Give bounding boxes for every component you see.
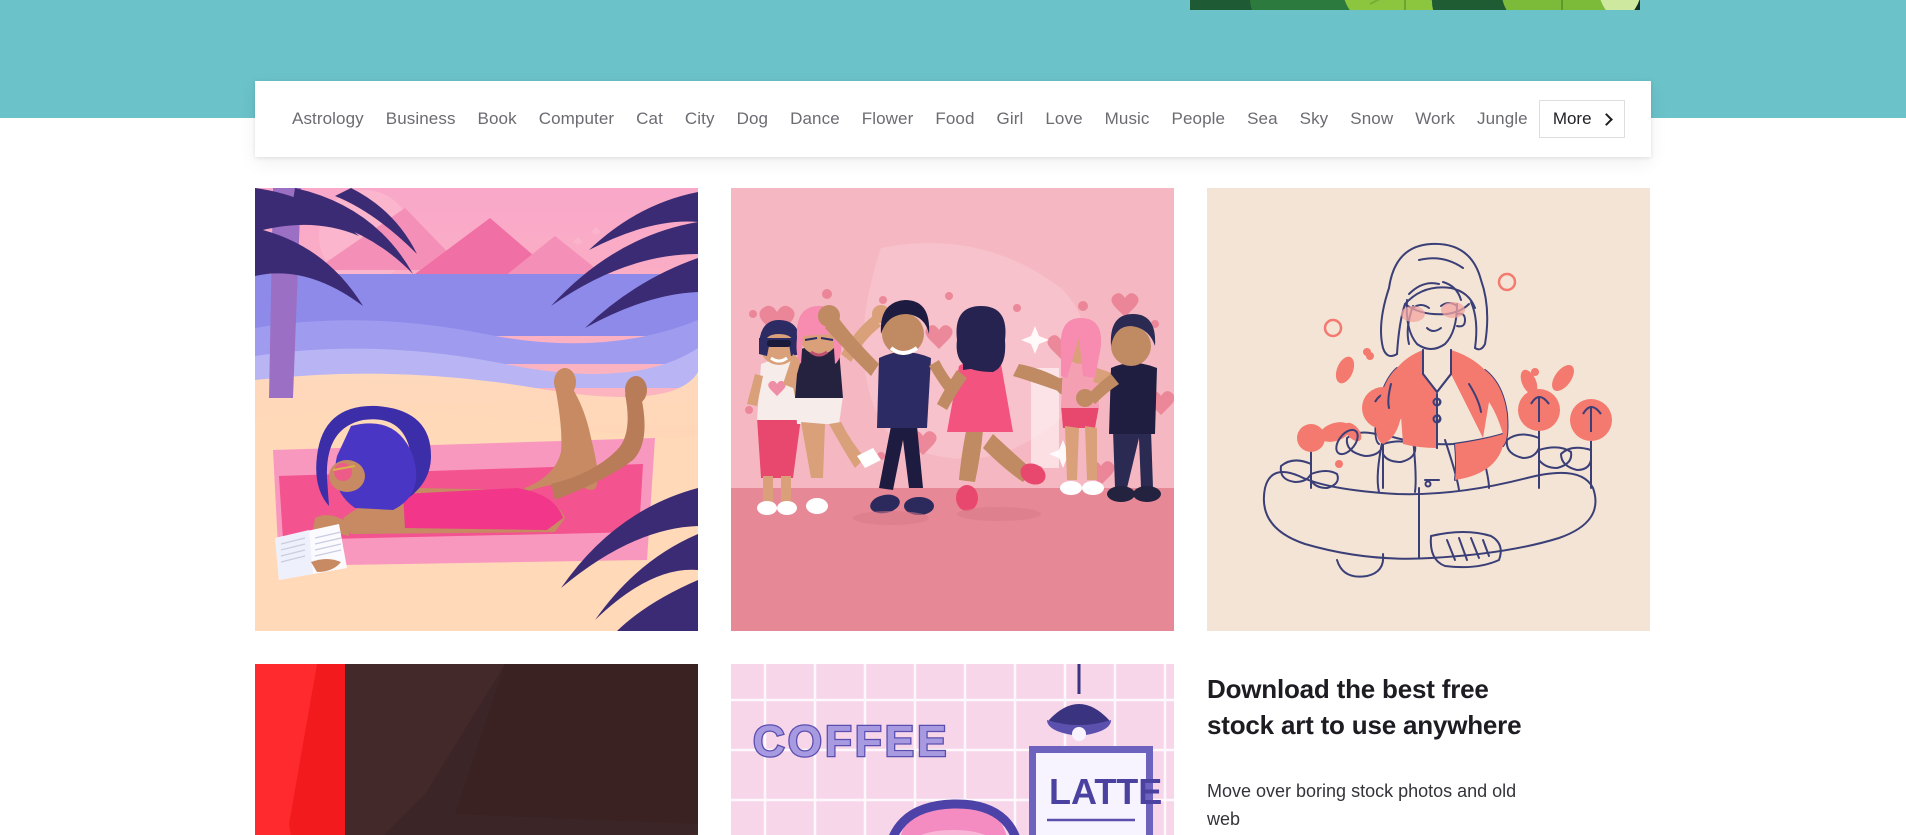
nav-item-city[interactable]: City: [674, 103, 726, 135]
category-links: Astrology Business Book Computer Cat Cit…: [281, 103, 1539, 135]
nav-item-cat[interactable]: Cat: [625, 103, 674, 135]
nav-item-people[interactable]: People: [1161, 103, 1237, 135]
more-label: More: [1552, 109, 1592, 128]
promo-block: Download the best free stock art to use …: [1207, 664, 1650, 835]
nav-item-sky[interactable]: Sky: [1289, 103, 1340, 135]
promo-body: Move over boring stock photos and old we…: [1207, 780, 1517, 829]
coffee-sign-text: COFFEE: [752, 716, 949, 768]
category-nav-bar: Astrology Business Book Computer Cat Cit…: [255, 81, 1651, 157]
nav-item-computer[interactable]: Computer: [528, 103, 625, 135]
latte-menu-text: LATTE: [1049, 771, 1162, 812]
nav-item-snow[interactable]: Snow: [1339, 103, 1404, 135]
card-meditation-flowers[interactable]: [1207, 188, 1650, 631]
nav-item-love[interactable]: Love: [1034, 103, 1093, 135]
nav-item-food[interactable]: Food: [924, 103, 985, 135]
card-people-dancing[interactable]: [731, 188, 1174, 631]
nav-item-business[interactable]: Business: [375, 103, 467, 135]
nav-item-jungle[interactable]: Jungle: [1466, 103, 1539, 135]
people-dancing-illustration: [731, 188, 1174, 631]
jungle-leaves-icon: [1190, 0, 1640, 10]
nav-item-astrology[interactable]: Astrology: [281, 103, 375, 135]
nav-item-music[interactable]: Music: [1094, 103, 1161, 135]
beach-reading-illustration: [255, 188, 698, 631]
card-bedroom-night[interactable]: [255, 664, 698, 835]
chevron-right-icon: [1599, 112, 1613, 126]
grid-row-2: COFFEE LATTE Download the best free stoc…: [255, 664, 1651, 835]
nav-item-book[interactable]: Book: [467, 103, 528, 135]
more-categories-button[interactable]: More: [1538, 100, 1625, 138]
svg-text:COFFEE: COFFEE: [753, 717, 949, 766]
nav-item-dog[interactable]: Dog: [726, 103, 780, 135]
svg-text:LATTE: LATTE: [1049, 771, 1162, 812]
page-root: Astrology Business Book Computer Cat Cit…: [0, 0, 1906, 835]
nav-item-flower[interactable]: Flower: [851, 103, 925, 135]
nav-item-sea[interactable]: Sea: [1236, 103, 1289, 135]
nav-item-work[interactable]: Work: [1404, 103, 1466, 135]
meditation-flowers-illustration: [1207, 188, 1650, 631]
nav-item-girl[interactable]: Girl: [986, 103, 1035, 135]
card-coffee-shop[interactable]: COFFEE LATTE: [731, 664, 1174, 835]
card-beach-reading[interactable]: [255, 188, 698, 631]
illustration-grid: COFFEE LATTE Download the best free stoc…: [255, 188, 1651, 835]
promo-heading: Download the best free stock art to use …: [1207, 674, 1522, 740]
jungle-leaves-thumbnail[interactable]: [1190, 0, 1640, 10]
grid-row-1: [255, 188, 1651, 631]
coffee-shop-illustration: COFFEE LATTE: [731, 664, 1174, 835]
bedroom-night-illustration: [255, 664, 698, 835]
nav-item-dance[interactable]: Dance: [779, 103, 851, 135]
